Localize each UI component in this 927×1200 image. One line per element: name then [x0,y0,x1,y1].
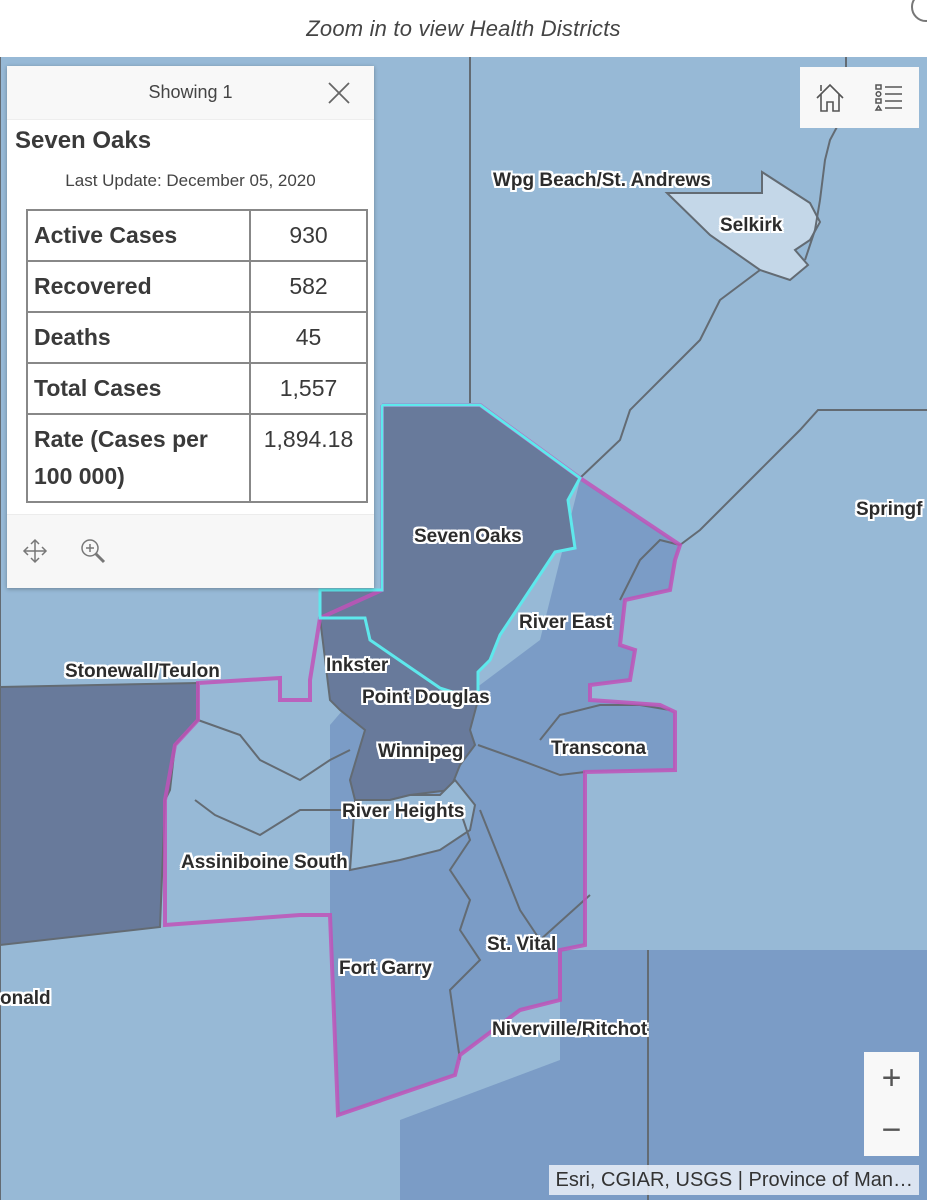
home-icon[interactable] [813,81,847,115]
stat-label: Rate (Cases per 100 000) [26,413,251,503]
stat-value: 930 [249,209,368,262]
popup-body: Seven Oaks Last Update: December 05, 202… [7,120,374,503]
zoom-in-button[interactable]: + [864,1052,919,1104]
map-label-st-vital: St. Vital [487,934,557,955]
map-label-stonewall: Stonewall/Teulon [65,661,220,682]
map-label-assiniboine-south: Assiniboine South [181,852,348,873]
map-label-selkirk: Selkirk [720,215,783,236]
map-label-river-east: River East [519,612,612,633]
info-icon[interactable] [911,0,927,22]
map-title-bar: Zoom in to view Health Districts [0,0,927,57]
map-label-river-heights: River Heights [342,801,465,822]
map-label-wpg-beach: Wpg Beach/St. Andrews [493,170,711,191]
popup-actions [7,514,374,588]
stat-label: Recovered [26,260,251,313]
stat-label: Total Cases [26,362,251,415]
pan-icon[interactable] [21,537,49,565]
popup-showing-count: Showing 1 [148,82,233,102]
zoom-controls: + − [864,1052,919,1156]
zoom-to-icon[interactable] [79,537,107,565]
legend-list-icon[interactable] [872,81,906,115]
feature-popup: Showing 1 Seven Oaks Last Update: Decemb… [7,66,374,588]
stat-value: 45 [249,311,368,364]
table-row: Deaths 45 [26,311,368,364]
popup-header: Showing 1 [7,66,374,120]
map-label-niverville: Niverville/Ritchot [492,1019,648,1040]
zoom-out-button[interactable]: − [864,1104,919,1156]
map-app: Zoom in to view Health Districts Wpg Bea… [0,0,927,1200]
stats-table: Active Cases 930 Recovered 582 Deaths 45… [26,209,368,503]
map-label-fort-garry: Fort Garry [339,958,432,979]
map-attribution[interactable]: Esri, CGIAR, USGS | Province of Man… [549,1165,919,1195]
table-row: Recovered 582 [26,260,368,313]
table-row: Active Cases 930 [26,209,368,262]
map-label-springfield: Springf [856,499,923,520]
map-label-macdonald: onald [0,988,51,1009]
popup-title: Seven Oaks [15,127,152,154]
table-row: Total Cases 1,557 [26,362,368,415]
stat-value: 1,557 [249,362,368,415]
map-label-winnipeg: Winnipeg [378,741,464,762]
stat-value: 1,894.18 [249,413,368,503]
map-label-inkster: Inkster [326,655,389,676]
map-label-point-douglas: Point Douglas [362,687,490,708]
table-row: Rate (Cases per 100 000) 1,894.18 [26,413,368,503]
stat-label: Deaths [26,311,251,364]
map-label-seven-oaks: Seven Oaks [414,526,522,547]
stat-label: Active Cases [26,209,251,262]
popup-last-update: Last Update: December 05, 2020 [65,171,316,190]
stat-value: 582 [249,260,368,313]
map-toolbar [800,67,919,128]
close-icon[interactable] [326,80,352,106]
map-label-transcona: Transcona [551,738,647,759]
map-title: Zoom in to view Health Districts [306,15,621,41]
